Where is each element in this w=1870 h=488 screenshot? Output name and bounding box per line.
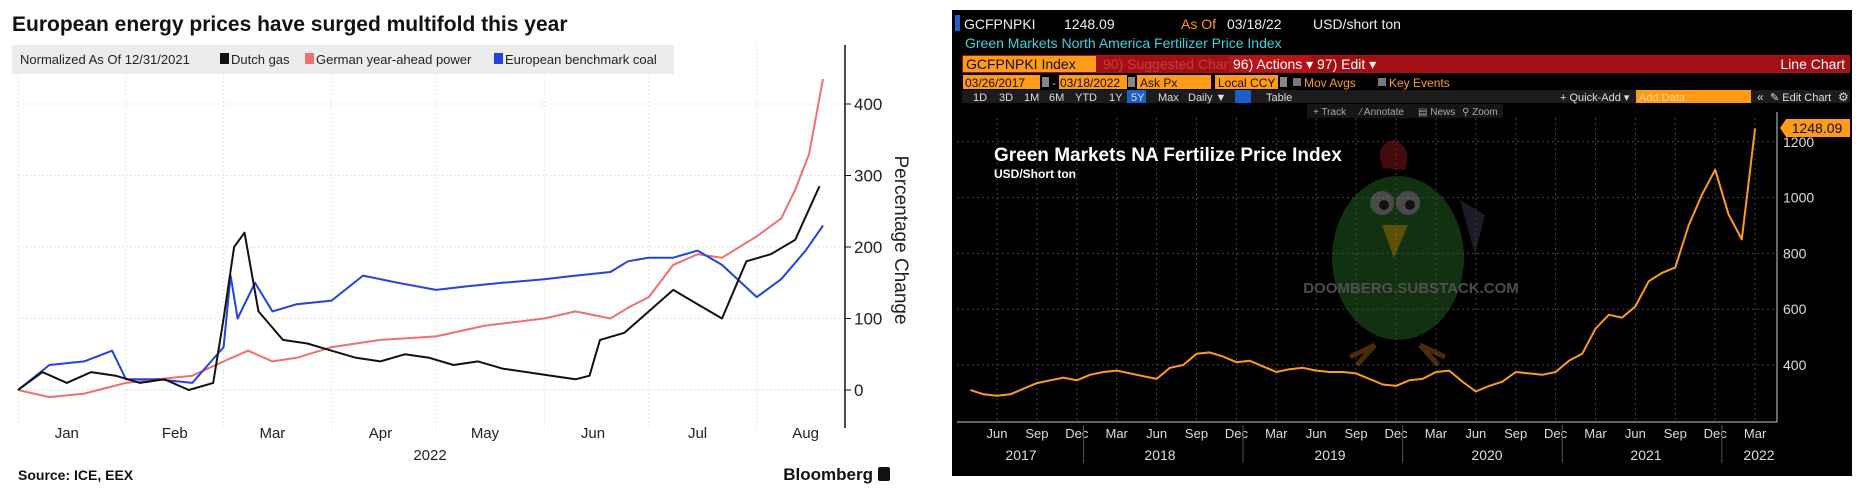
edit-chart-button[interactable]: ✎ Edit Chart (1770, 92, 1831, 104)
chart-title: Green Markets NA Fertilize Price Index (994, 145, 1342, 166)
security-value: GCFPNPKI Index (966, 56, 1076, 72)
x-tick-month: Jun (1465, 426, 1486, 441)
period-3d[interactable]: 3D (999, 92, 1013, 104)
table-button[interactable]: Table (1266, 92, 1292, 104)
x-tick-month: Sep (1664, 426, 1687, 441)
x-tick-month: Mar (1744, 426, 1767, 441)
last-price-label: 1248.09 (1792, 120, 1843, 136)
chart-subtitle: USD/Short ton (994, 167, 1076, 181)
x-tick-month: Jun (1146, 426, 1167, 441)
x-tick-month: Jun (1625, 426, 1646, 441)
y-tick-label: 600 (1783, 301, 1807, 317)
frequency-select[interactable]: Daily ▼ (1188, 92, 1226, 104)
key-events-checkbox[interactable] (1378, 78, 1386, 86)
watermark-text: DOOMBERG.SUBSTACK.COM (1303, 280, 1519, 297)
dropdown-icon[interactable] (1280, 77, 1287, 87)
x-tick-year: 2022 (1743, 447, 1774, 463)
y-tick-label: 800 (1783, 245, 1807, 261)
date-dash: - (1052, 76, 1056, 90)
x-tick-month: Dec (1065, 426, 1089, 441)
watermark-chicken (1332, 140, 1485, 367)
period-ytd[interactable]: YTD (1075, 92, 1097, 104)
x-tick-month: Dec (1544, 426, 1568, 441)
x-tick-year: 2020 (1471, 447, 1502, 463)
x-tick-year: 2019 (1314, 447, 1345, 463)
period-1y[interactable]: 1Y (1109, 92, 1123, 104)
period-6m[interactable]: 6M (1049, 92, 1064, 104)
as-of-date: 03/18/22 (1227, 16, 1282, 32)
currency-value: Local CCY (1218, 76, 1275, 90)
collapse-icon[interactable]: « (1757, 90, 1764, 104)
as-of-label: As Of (1181, 16, 1216, 32)
chart-style-icon[interactable] (1235, 90, 1251, 103)
x-tick-month: Dec (1384, 426, 1408, 441)
description: Green Markets North America Fertilizer P… (965, 35, 1282, 51)
key-events-label: Key Events (1389, 76, 1450, 90)
x-tick-year: 2018 (1144, 447, 1175, 463)
tool-button[interactable]: ⚲ Zoom (1462, 107, 1498, 118)
x-tick-month: Jun (987, 426, 1008, 441)
start-date: 03/26/2017 (965, 76, 1025, 90)
mov-avgs-checkbox[interactable] (1293, 78, 1301, 86)
fertilizer-price-chart: GCFPNPKI 1248.09 As Of 03/18/22 USD/shor… (955, 15, 1850, 463)
x-tick-month: Dec (1225, 426, 1249, 441)
y-tick-label: 400 (1783, 357, 1807, 373)
x-tick-year: 2017 (1005, 447, 1036, 463)
x-tick-month: Mar (1265, 426, 1288, 441)
tool-button[interactable]: ⁄ Annotate (1357, 107, 1404, 118)
x-tick-month: Sep (1345, 426, 1368, 441)
tool-button[interactable]: + Track (1313, 107, 1347, 118)
actions-menu[interactable]: 96) Actions ▾ (1233, 56, 1313, 72)
price: 1248.09 (1064, 16, 1115, 32)
period-5y[interactable]: 5Y (1131, 92, 1145, 104)
edit-menu[interactable]: 97) Edit ▾ (1317, 56, 1376, 72)
x-tick-month: Dec (1704, 426, 1728, 441)
tool-button[interactable]: ▤ News (1418, 107, 1455, 118)
calendar-icon[interactable] (1042, 77, 1049, 87)
x-tick-month: Sep (1185, 426, 1208, 441)
x-tick-month: Mar (1106, 426, 1129, 441)
ticker-marker (955, 15, 960, 31)
x-tick-month: Jun (1306, 426, 1327, 441)
calendar-icon[interactable] (1128, 77, 1135, 87)
chart-type: Line Chart (1780, 56, 1845, 72)
period-1m[interactable]: 1M (1024, 92, 1039, 104)
ticker: GCFPNPKI (964, 16, 1036, 32)
y-tick-label: 1000 (1783, 190, 1814, 206)
x-tick-month: Mar (1584, 426, 1607, 441)
x-tick-year: 2021 (1630, 447, 1661, 463)
x-tick-month: Sep (1504, 426, 1527, 441)
x-tick-month: Sep (1025, 426, 1048, 441)
field-value: Ask Px (1140, 76, 1177, 90)
unit: USD/short ton (1313, 16, 1401, 32)
suggested-charts[interactable]: 90) Suggested Charts (1103, 56, 1239, 72)
period-1d[interactable]: 1D (973, 92, 987, 104)
x-tick-month: Mar (1425, 426, 1448, 441)
mov-avgs-label: Mov Avgs (1304, 76, 1356, 90)
quick-add-button[interactable]: + Quick-Add ▾ (1560, 92, 1630, 104)
end-date: 03/18/2022 (1060, 76, 1120, 90)
gear-icon[interactable]: ⚙ (1838, 90, 1849, 104)
add-data-placeholder: Add Data (1639, 92, 1686, 104)
period-max[interactable]: Max (1158, 92, 1179, 104)
